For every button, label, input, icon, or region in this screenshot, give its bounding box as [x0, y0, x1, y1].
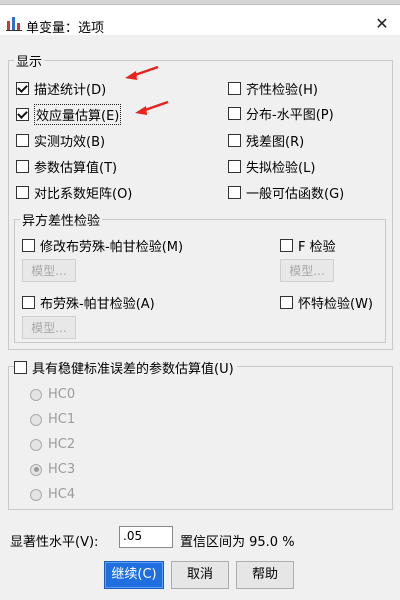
checkbox-spread-level-plot[interactable]: 分布-水平图(P)	[228, 104, 334, 123]
checkbox-f-test[interactable]: F 检验	[280, 236, 336, 255]
checkbox-box[interactable]	[228, 82, 241, 95]
continue-button[interactable]: 继续(C)	[104, 561, 164, 589]
radio-label: HC2	[48, 437, 76, 452]
display-legend: 显示	[14, 51, 45, 70]
checkbox-general-estimable-function[interactable]: 一般可估函数(G)	[228, 183, 344, 202]
checkbox-label: 一般可估函数(G)	[246, 187, 345, 202]
checkbox-box[interactable]	[228, 160, 241, 173]
radio-label: HC3	[48, 462, 76, 477]
checkbox-box[interactable]	[16, 160, 29, 173]
checkbox-residual-plot[interactable]: 残差图(R)	[228, 131, 304, 150]
help-button[interactable]: 帮助	[236, 561, 294, 589]
checkbox-label: 实测功效(B)	[34, 135, 106, 150]
radio-hc3[interactable]: HC3	[30, 462, 75, 477]
significance-label: 显著性水平(V):	[10, 535, 99, 550]
radio-label: HC0	[48, 387, 76, 402]
model-button-disabled: 模型...	[22, 316, 76, 339]
checkbox-label: 分布-水平图(P)	[246, 108, 334, 123]
checkbox-box[interactable]	[228, 134, 241, 147]
significance-input[interactable]: .05	[119, 526, 173, 548]
window-title: 单变量：选项	[26, 21, 105, 36]
annotation-arrow-icon	[125, 65, 159, 80]
checkbox-breusch-pagan[interactable]: 布劳殊-帕甘检验(A)	[22, 293, 155, 312]
model-button-disabled: 模型...	[280, 259, 334, 282]
checkbox-box[interactable]	[22, 296, 35, 309]
checkbox-label: 效应量估算(E)	[34, 104, 122, 125]
checkbox-robust-standard-errors[interactable]: 具有稳健标准误差的参数估算值(U)	[14, 358, 237, 377]
radio-hc0[interactable]: HC0	[30, 387, 75, 402]
radio-button[interactable]	[30, 463, 42, 476]
checkbox-label: 修改布劳殊-帕甘检验(M)	[40, 240, 184, 255]
checkbox-lack-of-fit[interactable]: 失拟检验(L)	[228, 157, 315, 176]
title-bar: 单变量：选项 ✕	[0, 5, 400, 36]
model-button-disabled: 模型...	[22, 259, 76, 282]
checkbox-label: 怀特检验(W)	[298, 297, 373, 312]
radio-button[interactable]	[30, 413, 42, 426]
close-icon[interactable]: ✕	[372, 14, 392, 34]
checkbox-box[interactable]	[280, 296, 293, 309]
checkbox-box[interactable]	[14, 361, 27, 374]
checkbox-label: 残差图(R)	[246, 135, 305, 150]
radio-button[interactable]	[30, 388, 42, 401]
checkbox-label: 具有稳健标准误差的参数估算值(U)	[32, 362, 234, 377]
checkbox-descriptive-stats[interactable]: 描述统计(D)	[16, 79, 106, 98]
checkbox-parameter-estimates[interactable]: 参数估算值(T)	[16, 157, 117, 176]
checkbox-white-test[interactable]: 怀特检验(W)	[280, 293, 373, 312]
checkbox-box[interactable]	[280, 239, 293, 252]
checkbox-box[interactable]	[228, 186, 241, 199]
checkbox-label: 失拟检验(L)	[246, 161, 316, 176]
checkbox-label: F 检验	[298, 240, 336, 255]
radio-hc2[interactable]: HC2	[30, 437, 75, 452]
radio-button[interactable]	[30, 438, 42, 451]
heteroskedasticity-legend: 异方差性检验	[20, 210, 103, 229]
checkbox-label: 布劳殊-帕甘检验(A)	[40, 297, 155, 312]
checkbox-box[interactable]	[16, 134, 29, 147]
checkbox-label: 参数估算值(T)	[34, 161, 118, 176]
checkbox-observed-power[interactable]: 实测功效(B)	[16, 131, 105, 150]
checkbox-contrast-matrix[interactable]: 对比系数矩阵(O)	[16, 183, 132, 202]
radio-button[interactable]	[30, 488, 42, 501]
confidence-interval-text: 置信区间为 95.0 %	[180, 535, 295, 550]
radio-label: HC1	[48, 412, 76, 427]
radio-hc1[interactable]: HC1	[30, 412, 75, 427]
checkbox-modified-breusch-pagan[interactable]: 修改布劳殊-帕甘检验(M)	[22, 236, 183, 255]
annotation-arrow-icon	[135, 100, 169, 115]
checkbox-label: 对比系数矩阵(O)	[34, 187, 133, 202]
radio-hc4[interactable]: HC4	[30, 487, 75, 502]
checkbox-box[interactable]	[16, 82, 29, 95]
checkbox-effect-size[interactable]: 效应量估算(E)	[16, 104, 122, 125]
checkbox-box[interactable]	[22, 239, 35, 252]
checkbox-label: 描述统计(D)	[34, 83, 107, 98]
radio-label: HC4	[48, 487, 76, 502]
cancel-button[interactable]: 取消	[171, 561, 229, 589]
app-icon	[6, 17, 22, 31]
checkbox-box[interactable]	[16, 186, 29, 199]
checkbox-box[interactable]	[16, 108, 29, 121]
checkbox-label: 齐性检验(H)	[246, 83, 318, 98]
checkbox-box[interactable]	[228, 107, 241, 120]
checkbox-homogeneity-test[interactable]: 齐性检验(H)	[228, 79, 318, 98]
